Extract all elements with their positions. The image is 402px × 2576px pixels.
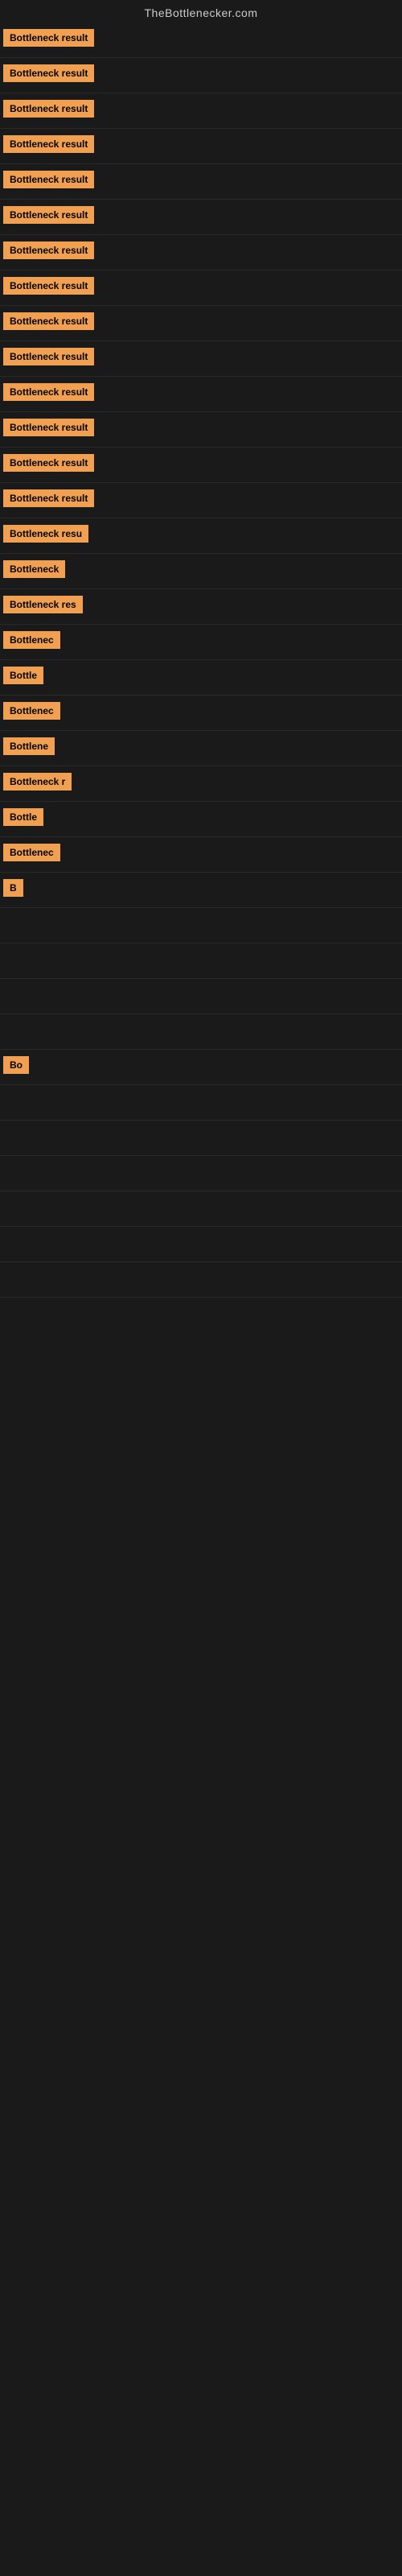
- bottleneck-badge-7[interactable]: Bottleneck result: [3, 277, 94, 295]
- bottleneck-row-11: Bottleneck result: [0, 412, 402, 448]
- bottleneck-row-18: Bottle: [0, 660, 402, 696]
- bottleneck-row-3: Bottleneck result: [0, 129, 402, 164]
- bottleneck-badge-5[interactable]: Bottleneck result: [3, 206, 94, 224]
- bottleneck-row-15: Bottleneck: [0, 554, 402, 589]
- bottleneck-badge-1[interactable]: Bottleneck result: [3, 64, 94, 82]
- bottleneck-badge-16[interactable]: Bottleneck res: [3, 596, 83, 613]
- bottleneck-badge-14[interactable]: Bottleneck resu: [3, 525, 88, 543]
- bottleneck-badge-6[interactable]: Bottleneck result: [3, 242, 94, 259]
- bottleneck-row-32: [0, 1156, 402, 1191]
- bottleneck-badge-9[interactable]: Bottleneck result: [3, 348, 94, 365]
- bottleneck-row-25: [0, 908, 402, 943]
- bottleneck-badge-2[interactable]: Bottleneck result: [3, 100, 94, 118]
- bottleneck-row-22: Bottle: [0, 802, 402, 837]
- bottleneck-row-0: Bottleneck result: [0, 23, 402, 58]
- bottleneck-list: Bottleneck result Bottleneck result Bottle…: [0, 23, 402, 1298]
- bottleneck-row-9: Bottleneck result: [0, 341, 402, 377]
- bottleneck-row-21: Bottleneck r: [0, 766, 402, 802]
- bottleneck-badge-18[interactable]: Bottle: [3, 667, 43, 684]
- bottleneck-badge-0[interactable]: Bottleneck result: [3, 29, 94, 47]
- bottleneck-row-4: Bottleneck result: [0, 164, 402, 200]
- bottleneck-badge-24[interactable]: B: [3, 879, 23, 897]
- bottleneck-badge-21[interactable]: Bottleneck r: [3, 773, 72, 791]
- bottleneck-row-19: Bottlenec: [0, 696, 402, 731]
- bottleneck-row-2: Bottleneck result: [0, 93, 402, 129]
- bottleneck-row-10: Bottleneck result: [0, 377, 402, 412]
- bottleneck-badge-4[interactable]: Bottleneck result: [3, 171, 94, 188]
- bottleneck-row-30: [0, 1085, 402, 1121]
- bottleneck-row-35: [0, 1262, 402, 1298]
- bottleneck-row-26: [0, 943, 402, 979]
- bottleneck-badge-22[interactable]: Bottle: [3, 808, 43, 826]
- bottleneck-row-34: [0, 1227, 402, 1262]
- bottleneck-row-8: Bottleneck result: [0, 306, 402, 341]
- site-header: TheBottlenecker.com: [0, 0, 402, 23]
- bottleneck-badge-10[interactable]: Bottleneck result: [3, 383, 94, 401]
- bottleneck-badge-20[interactable]: Bottlene: [3, 737, 55, 755]
- bottleneck-row-16: Bottleneck res: [0, 589, 402, 625]
- bottleneck-badge-23[interactable]: Bottlenec: [3, 844, 60, 861]
- bottleneck-row-33: [0, 1191, 402, 1227]
- bottleneck-row-20: Bottlene: [0, 731, 402, 766]
- bottleneck-badge-13[interactable]: Bottleneck result: [3, 489, 94, 507]
- bottleneck-badge-11[interactable]: Bottleneck result: [3, 419, 94, 436]
- bottleneck-row-24: B: [0, 873, 402, 908]
- bottleneck-row-1: Bottleneck result: [0, 58, 402, 93]
- bottleneck-badge-8[interactable]: Bottleneck result: [3, 312, 94, 330]
- bottleneck-row-17: Bottlenec: [0, 625, 402, 660]
- bottleneck-row-6: Bottleneck result: [0, 235, 402, 270]
- bottleneck-badge-3[interactable]: Bottleneck result: [3, 135, 94, 153]
- bottleneck-row-23: Bottlenec: [0, 837, 402, 873]
- bottleneck-badge-19[interactable]: Bottlenec: [3, 702, 60, 720]
- bottleneck-row-28: [0, 1014, 402, 1050]
- bottleneck-row-14: Bottleneck resu: [0, 518, 402, 554]
- bottleneck-row-27: [0, 979, 402, 1014]
- bottleneck-badge-29[interactable]: Bo: [3, 1056, 29, 1074]
- bottleneck-row-7: Bottleneck result: [0, 270, 402, 306]
- bottleneck-row-29: Bo: [0, 1050, 402, 1085]
- bottleneck-row-12: Bottleneck result: [0, 448, 402, 483]
- bottleneck-badge-15[interactable]: Bottleneck: [3, 560, 65, 578]
- bottleneck-badge-17[interactable]: Bottlenec: [3, 631, 60, 649]
- bottleneck-row-13: Bottleneck result: [0, 483, 402, 518]
- bottleneck-row-5: Bottleneck result: [0, 200, 402, 235]
- bottleneck-row-31: [0, 1121, 402, 1156]
- bottleneck-badge-12[interactable]: Bottleneck result: [3, 454, 94, 472]
